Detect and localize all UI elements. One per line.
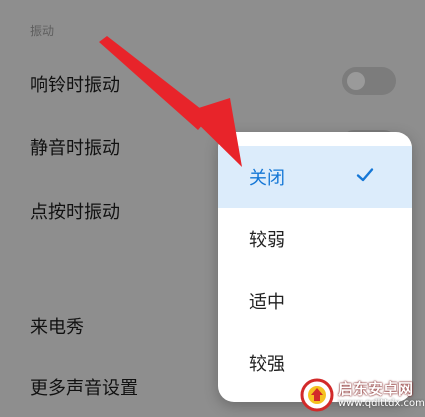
option-medium[interactable]: 适中 xyxy=(218,270,412,332)
watermark-url: www.qdlttdx.com xyxy=(338,398,425,409)
watermark-logo xyxy=(300,378,334,412)
setting-ring-vibrate[interactable]: 响铃时振动 xyxy=(30,71,120,97)
option-label: 适中 xyxy=(249,292,285,313)
watermark-title: 启东安卓网 xyxy=(338,380,414,398)
vibration-level-dropdown: 关闭 较弱 适中 较强 xyxy=(218,132,412,402)
toggle-knob xyxy=(347,72,365,90)
setting-incoming-call-show[interactable]: 来电秀 xyxy=(30,313,84,339)
setting-silent-vibrate[interactable]: 静音时振动 xyxy=(30,134,120,160)
option-label: 较强 xyxy=(249,354,285,375)
section-header-vibration: 振动 xyxy=(30,24,55,38)
check-icon xyxy=(356,168,374,182)
setting-touch-vibrate[interactable]: 点按时振动 xyxy=(30,198,120,224)
ring-vibrate-toggle[interactable] xyxy=(342,67,396,95)
watermark: 启东安卓网 www.qdlttdx.com xyxy=(300,376,425,414)
option-label: 较弱 xyxy=(249,230,285,251)
setting-more-sound[interactable]: 更多声音设置 xyxy=(30,374,138,400)
option-label: 关闭 xyxy=(249,168,285,189)
option-off[interactable]: 关闭 xyxy=(218,146,412,208)
option-weak[interactable]: 较弱 xyxy=(218,208,412,270)
vibration-settings-screen: 振动 响铃时振动 静音时振动 点按时振动 来电秀 更多声音设置 关闭 较弱 适中… xyxy=(0,0,425,417)
